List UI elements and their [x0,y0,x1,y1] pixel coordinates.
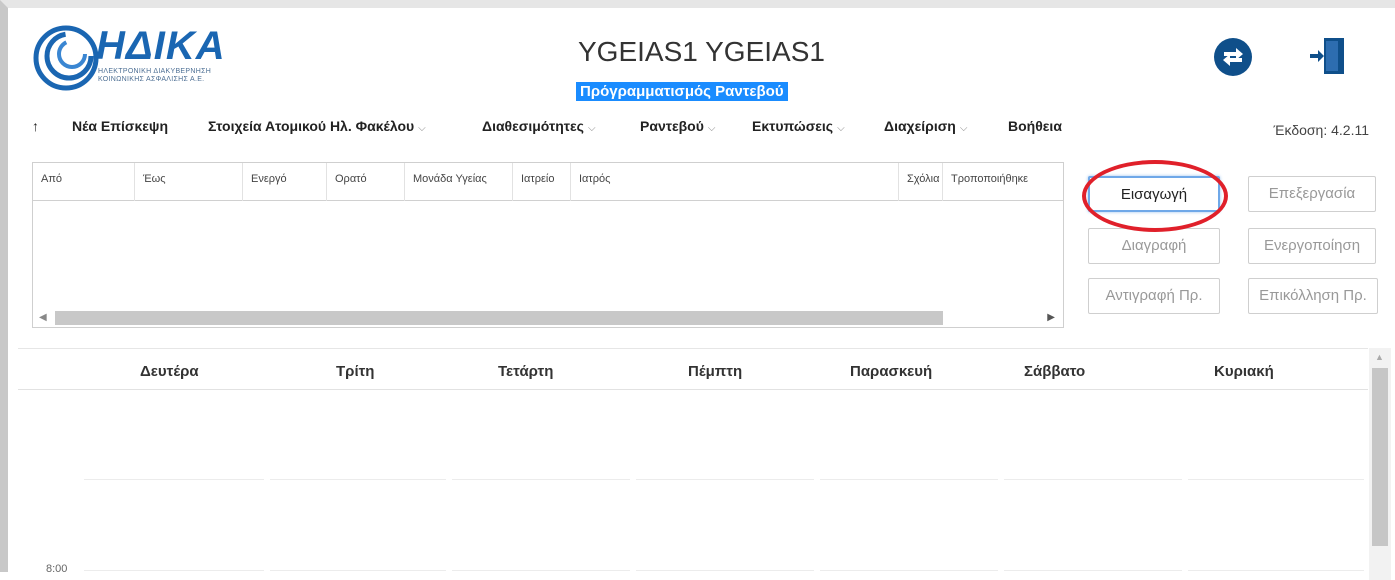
user-title: YGEIAS1 YGEIAS1 [578,36,825,67]
time-slot[interactable] [452,479,630,480]
app-window: ΗΔΙΚΑ ΗΛΕΚΤΡΟΝΙΚΗ ΔΙΑΚΥΒΕΡΝΗΣΗ ΚΟΙΝΩΝΙΚΗ… [0,0,1395,580]
logo-wordmark: ΗΔΙΚΑ [96,24,226,68]
day-header-saturday: Σάββατο [1024,363,1086,380]
red-highlight-annotation [1082,160,1228,232]
column-header[interactable]: Μονάδα Υγείας [405,163,513,201]
paste-schedule-button[interactable]: Επικόλληση Πρ. [1248,278,1378,314]
chevron-down-icon: ⌵ [418,123,426,134]
column-header[interactable]: Τροποποιήθηκε [943,163,1063,201]
availability-grid: Από Έως Ενεργό Ορατό Μονάδα Υγείας Ιατρε… [32,162,1064,328]
time-slot[interactable] [820,570,998,571]
time-slot[interactable] [270,479,446,480]
chevron-down-icon: ⌵ [959,123,968,134]
time-slot[interactable] [820,479,998,480]
menu-prints[interactable]: Εκτυπώσεις ⌵ [752,118,845,134]
switch-arrows-icon[interactable] [1212,36,1254,78]
column-header[interactable]: Έως [135,163,243,201]
time-slot[interactable] [636,479,814,480]
column-header[interactable]: Ιατρείο [513,163,571,201]
column-header[interactable]: Ορατό [327,163,405,201]
column-header[interactable]: Από [33,163,135,201]
page-subtitle: Πρόγραμματισμός Ραντεβού [576,82,788,101]
column-header[interactable]: Ενεργό [243,163,327,201]
scroll-left-icon[interactable]: ◀ [39,312,47,323]
time-slot[interactable] [84,570,264,571]
time-slot[interactable] [270,570,446,571]
menu-patient-record[interactable]: Στοιχεία Ατομικού Ηλ. Φακέλου ⌵ [208,118,426,134]
time-slot[interactable] [636,570,814,571]
horizontal-scrollbar[interactable]: ◀ ▶ [33,309,1063,325]
vertical-scrollbar[interactable]: ▲ [1369,348,1391,580]
weekly-calendar: Δευτέρα Τρίτη Τετάρτη Πέμπτη Παρασκευή Σ… [18,348,1368,580]
column-header[interactable]: Ιατρός [571,163,899,201]
day-header-friday: Παρασκευή [850,363,933,380]
time-slot[interactable] [1188,570,1364,571]
chevron-down-icon: ⌵ [837,123,845,134]
edit-button[interactable]: Επεξεργασία [1248,176,1376,212]
column-header[interactable]: Σχόλια [899,163,943,201]
scroll-right-icon[interactable]: ▶ [1047,312,1055,323]
time-slot[interactable] [1004,570,1182,571]
calendar-header-divider [18,389,1368,390]
day-header-monday: Δευτέρα [140,363,199,380]
menu-help[interactable]: Βοήθεια [1008,118,1062,134]
version-label: Έκδοση: 4.2.11 [1273,122,1369,138]
menu-new-visit[interactable]: Νέα Επίσκεψη [72,118,168,134]
time-slot[interactable] [1188,479,1364,480]
logo-tagline: ΗΛΕΚΤΡΟΝΙΚΗ ΔΙΑΚΥΒΕΡΝΗΣΗ ΚΟΙΝΩΝΙΚΗΣ ΑΣΦΑ… [98,68,212,83]
day-header-wednesday: Τετάρτη [498,363,554,380]
time-slot[interactable] [1004,479,1182,480]
menu-availability[interactable]: Διαθεσιμότητες ⌵ [482,118,596,134]
menu-appointments[interactable]: Ραντεβού ⌵ [640,118,715,134]
scrollbar-thumb[interactable] [1372,368,1388,546]
day-header-thursday: Πέμπτη [688,363,743,380]
up-arrow-icon[interactable]: ↑ [32,118,39,134]
day-header-tuesday: Τρίτη [336,363,375,380]
menu-management[interactable]: Διαχείριση ⌵ [884,118,967,134]
scroll-up-icon[interactable]: ▲ [1375,352,1384,362]
time-slot[interactable] [84,479,264,480]
delete-button[interactable]: Διαγραφή [1088,228,1220,264]
grid-header: Από Έως Ενεργό Ορατό Μονάδα Υγείας Ιατρε… [33,163,1063,201]
main-menu: ↑ Νέα Επίσκεψη Στοιχεία Ατομικού Ηλ. Φακ… [32,116,1392,140]
logout-door-icon[interactable] [1308,34,1348,78]
day-header-sunday: Κυριακή [1214,363,1274,380]
activate-button[interactable]: Ενεργοποίηση [1248,228,1376,264]
time-slot[interactable] [452,570,630,571]
scrollbar-thumb[interactable] [55,311,943,325]
time-label: 8:00 [46,563,68,575]
logo-swirl-icon [33,25,99,91]
chevron-down-icon: ⌵ [587,123,596,134]
chevron-down-icon: ⌵ [707,123,716,134]
copy-schedule-button[interactable]: Αντιγραφή Πρ. [1088,278,1220,314]
